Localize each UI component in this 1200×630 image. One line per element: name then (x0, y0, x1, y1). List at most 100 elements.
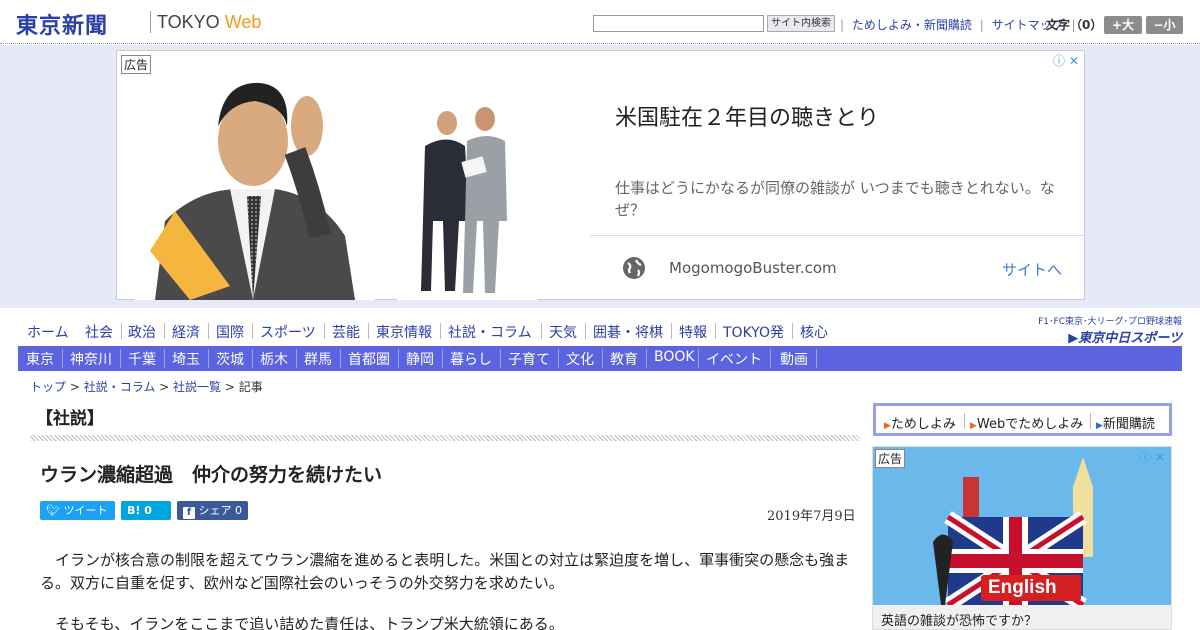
nav-go-shogi[interactable]: 囲碁・将棋 (593, 322, 663, 342)
arrow-right-icon: ▶ (1096, 421, 1103, 431)
logo-en-accent: Web (224, 12, 262, 32)
link-divider (1090, 413, 1091, 429)
tweet-label: ツイート (63, 504, 108, 517)
side-ad[interactable]: English 広告 ⓘ ✕ 英語の雑談が恐怖ですか？ (872, 446, 1172, 630)
nav-home[interactable]: ホーム (27, 322, 69, 342)
ad-description[interactable]: 仕事はどうにかなるが同僚の雑談が いつまでも聴きとれない。なぜ？ (615, 177, 1055, 221)
nav-kyoiku[interactable]: 教育 (610, 349, 638, 369)
ad-choices-icon[interactable]: ⓘ ✕ (1053, 52, 1079, 69)
nav-divider (164, 323, 165, 339)
font-larger-button[interactable]: +大 (1104, 16, 1142, 34)
section-rule (30, 435, 860, 441)
region-chiba[interactable]: 千葉 (128, 349, 156, 369)
ad-domain[interactable]: MogomogoBuster.com (669, 259, 837, 277)
header-links: | ためしよみ・新聞購読 | サイトマップ | (838, 16, 1077, 33)
nav-divider (671, 323, 672, 339)
font-size-label: 文字（0） (1046, 18, 1103, 32)
font-smaller-button[interactable]: −小 (1146, 16, 1183, 34)
trial-read-link[interactable]: ▶ためしよみ (884, 413, 956, 432)
nav-divider (558, 349, 559, 368)
breadcrumb-top[interactable]: トップ (30, 380, 66, 394)
nav-divider (442, 349, 443, 368)
nav-divider (715, 323, 716, 339)
region-saitama[interactable]: 埼玉 (172, 349, 200, 369)
ad-cta-link[interactable]: サイトへ (1002, 259, 1062, 280)
nav-international[interactable]: 国際 (216, 322, 244, 342)
ad-choices-icon[interactable]: ⓘ ✕ (1139, 448, 1165, 465)
nav-bunka[interactable]: 文化 (566, 349, 594, 369)
nav-divider (252, 323, 253, 339)
nav-weather[interactable]: 天気 (549, 322, 577, 342)
region-gunma[interactable]: 群馬 (304, 349, 332, 369)
logo-divider (150, 11, 151, 33)
nav-event[interactable]: イベント (706, 349, 762, 369)
nav-divider (296, 349, 297, 368)
nav-divider (585, 323, 586, 339)
twitter-icon: 🐦︎ (46, 504, 60, 517)
link-divider (964, 413, 965, 429)
ad-image-businessmen (397, 101, 537, 300)
section-label: 【社説】 (36, 409, 104, 429)
logo-tokyo-shimbun[interactable]: 東京新聞 (16, 8, 108, 40)
chunichi-tagline: F1･FC東京･大リーグ･プロ野球速報 (1038, 317, 1182, 327)
nav-politics[interactable]: 政治 (128, 322, 156, 342)
subscribe-label: 新聞購読 (1102, 417, 1155, 432)
arrow-right-icon: ▶ (884, 421, 891, 431)
article-title: ウラン濃縮超過 仲介の努力を続けたい (40, 464, 383, 486)
nav-divider (816, 349, 817, 368)
subscribe-link[interactable]: ▶新聞購読 (1096, 413, 1155, 432)
web-trial-read-link[interactable]: ▶Webでためしよみ (970, 413, 1083, 432)
nav-divider (340, 349, 341, 368)
region-kanagawa[interactable]: 神奈川 (70, 349, 112, 369)
breadcrumb-editorial-column[interactable]: 社説・コラム (84, 380, 156, 394)
nav-divider (646, 349, 647, 368)
region-tochigi[interactable]: 栃木 (260, 349, 288, 369)
region-ibaraki[interactable]: 茨城 (216, 349, 244, 369)
nav-economy[interactable]: 経済 (172, 322, 200, 342)
breadcrumb-sep: > (221, 380, 239, 394)
tweet-button[interactable]: 🐦︎ ツイート (40, 501, 115, 520)
nav-divider (368, 323, 369, 339)
top-ad[interactable] (116, 50, 1085, 300)
nav-divider (208, 323, 209, 339)
subscribe-link[interactable]: ためしよみ・新聞購読 (850, 18, 974, 32)
search-input[interactable] (593, 15, 764, 32)
nav-divider (324, 323, 325, 339)
nav-divider (792, 323, 793, 339)
hatena-bookmark-button[interactable]: B! 0 (121, 501, 171, 520)
globe-icon (623, 257, 645, 279)
nav-video[interactable]: 動画 (780, 349, 808, 369)
nav-tokuho[interactable]: 特報 (679, 322, 707, 342)
divider: | (840, 18, 845, 32)
region-shizuoka[interactable]: 静岡 (406, 349, 434, 369)
facebook-share-button[interactable]: f シェア 0 (177, 501, 248, 520)
site-header: 東京新聞 TOKYO Web サイト内検索 | ためしよみ・新聞購読 | サイト… (0, 0, 1200, 44)
logo-tokyo-web[interactable]: TOKYO Web (157, 12, 261, 33)
chunichi-sports-link[interactable]: F1･FC東京･大リーグ･プロ野球速報 ▶東京中日スポーツ (1022, 314, 1182, 346)
side-ad-caption[interactable]: 英語の雑談が恐怖ですか？ (881, 610, 1037, 629)
nav-book[interactable]: BOOK (654, 349, 695, 365)
breadcrumb-current: 記事 (238, 380, 263, 394)
region-shutoken[interactable]: 首都圏 (348, 349, 390, 369)
nav-divider (120, 349, 121, 368)
nav-kosodate[interactable]: 子育て (508, 349, 550, 369)
ad-divider (590, 235, 1084, 236)
nav-tokyo-hatsu[interactable]: TOKYO発 (723, 322, 784, 342)
ad-image-listening-man (135, 71, 375, 300)
nav-kurashi[interactable]: 暮らし (450, 349, 492, 369)
breadcrumb-sep: > (155, 380, 174, 394)
ad-headline[interactable]: 米国駐在２年目の聴きとり (615, 100, 879, 132)
main-nav: ホーム 社会 政治 経済 国際 スポーツ 芸能 東京情報 社説・コラム 天気 囲… (18, 318, 1018, 344)
nav-tokyo-info[interactable]: 東京情報 (376, 322, 432, 342)
nav-sports[interactable]: スポーツ (260, 322, 316, 342)
breadcrumb-editorial-list[interactable]: 社説一覧 (173, 380, 221, 394)
nav-editorial-column[interactable]: 社説・コラム (448, 322, 532, 342)
nav-entertainment[interactable]: 芸能 (332, 322, 360, 342)
facebook-share-count: 0 (235, 504, 242, 517)
nav-kakushin[interactable]: 核心 (800, 322, 828, 342)
divider: | (979, 18, 984, 32)
nav-society[interactable]: 社会 (85, 322, 113, 342)
site-search-button[interactable]: サイト内検索 (767, 15, 835, 32)
nav-divider (164, 349, 165, 368)
region-tokyo[interactable]: 東京 (26, 349, 54, 369)
